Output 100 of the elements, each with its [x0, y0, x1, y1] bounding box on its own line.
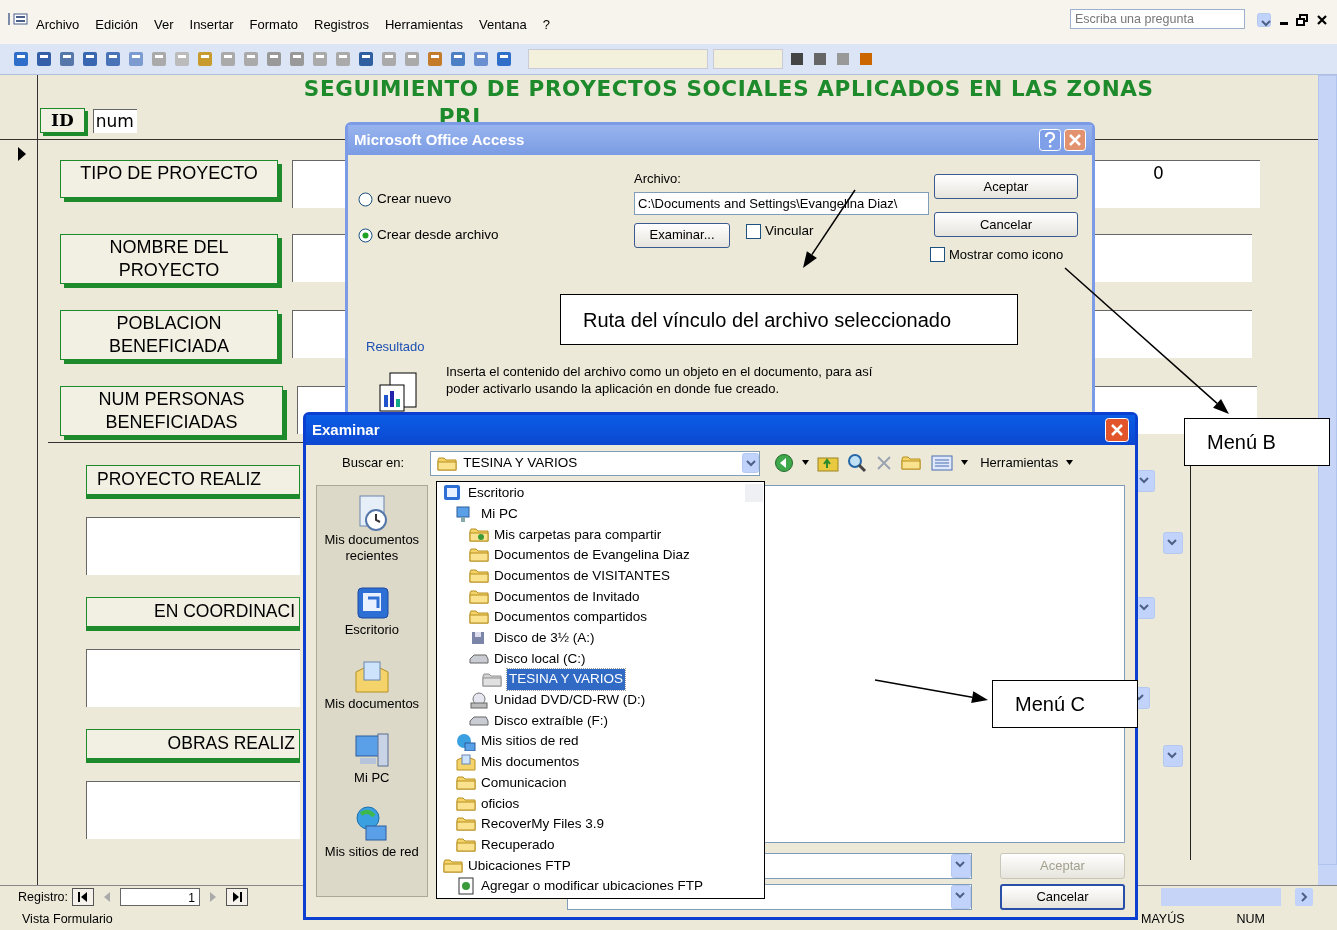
tree-item[interactable]: Unidad DVD/CD-RW (D:): [494, 690, 646, 711]
tree-item[interactable]: Documentos de VISITANTES: [494, 565, 671, 587]
tree-item[interactable]: RecoverMy Files 3.9: [481, 814, 605, 835]
scroll-right-icon[interactable]: [1295, 888, 1313, 906]
dialog-button[interactable]: Aceptar: [934, 174, 1078, 199]
folder-icon: [469, 567, 489, 586]
menu-item[interactable]: Formato: [241, 13, 306, 37]
tree-item[interactable]: Escritorio: [468, 483, 525, 504]
place-label[interactable]: Mi PC: [354, 770, 390, 786]
folder-up-icon[interactable]: [817, 454, 840, 472]
menu-item[interactable]: Archivo: [28, 13, 88, 37]
tree-item[interactable]: Documentos compartidos: [494, 607, 648, 628]
checkbox[interactable]: [930, 247, 945, 263]
folder-document-icon: [456, 753, 476, 772]
record-label: Registro:: [18, 888, 69, 906]
tree-item[interactable]: Mi PC: [481, 503, 518, 525]
toolbar-icon[interactable]: [357, 50, 375, 68]
toolbar-icon[interactable]: [495, 50, 513, 68]
menu-item[interactable]: Herramientas: [376, 13, 471, 37]
id-field[interactable]: num: [92, 109, 137, 133]
last-record-icon[interactable]: [226, 888, 249, 906]
folder-icon: [437, 454, 458, 472]
radio-button[interactable]: [358, 191, 373, 207]
menu-item[interactable]: Edición: [87, 13, 146, 37]
folder-icon: [456, 794, 476, 813]
toolbar-icon[interactable]: [58, 50, 76, 68]
tree-item[interactable]: Ubicaciones FTP: [468, 855, 571, 876]
back-icon[interactable]: [774, 453, 795, 473]
tree-item[interactable]: Mis sitios de red: [481, 731, 579, 752]
toolbar-icon[interactable]: [426, 50, 444, 68]
folder-icon: [469, 608, 489, 627]
font-combo-field[interactable]: [528, 49, 708, 69]
callout-box: Menú B: [1184, 418, 1330, 466]
caret-icon[interactable]: [802, 460, 810, 466]
look-in-combo[interactable]: TESINA Y VARIOS: [430, 450, 761, 476]
callout-box: Menú C: [992, 680, 1138, 728]
folder-dropdown-list[interactable]: [436, 481, 765, 899]
folder-icon: [456, 815, 476, 834]
place-label[interactable]: Mis documentos: [324, 696, 420, 712]
record-selector-arrow: [18, 147, 26, 161]
help-search-field[interactable]: Escriba una pregunta: [1070, 9, 1245, 29]
tree-item[interactable]: Documentos de Invitado: [494, 586, 640, 607]
caret-icon[interactable]: [1066, 460, 1074, 466]
tree-item[interactable]: Disco local (C:): [494, 648, 586, 669]
first-record-icon[interactable]: [72, 888, 95, 906]
menu-item[interactable]: Ver: [146, 13, 182, 37]
browse-button[interactable]: Examinar...: [634, 222, 730, 248]
tree-item[interactable]: Documentos de Evangelina Diaz: [494, 545, 690, 566]
menu-item[interactable]: Insertar: [181, 13, 242, 37]
toolbar-icon[interactable]: [811, 50, 829, 68]
search-icon[interactable]: [847, 453, 868, 473]
toolbar-icon[interactable]: [81, 50, 99, 68]
form-title: SEGUIMIENTO DE PROYECTOS SOCIALES APLICADOS EN LAS ZONAS: [302, 75, 1155, 103]
folder-icon: [456, 773, 476, 792]
radio-button[interactable]: [358, 227, 373, 243]
toolbar-icon[interactable]: [472, 50, 490, 68]
tree-item[interactable]: Disco de 3½ (A:): [494, 628, 595, 649]
radio-label: Crear desde archivo: [377, 226, 499, 245]
place-label[interactable]: Escritorio: [344, 622, 399, 638]
toolbar-icon[interactable]: [35, 50, 53, 68]
menu-item[interactable]: Ventana: [470, 13, 535, 37]
memo-field[interactable]: [86, 517, 300, 575]
checkbox[interactable]: [746, 223, 761, 239]
place-label[interactable]: Mis documentos recientes: [317, 532, 427, 564]
tree-item[interactable]: Mis documentos: [481, 752, 580, 773]
menu-item[interactable]: Registros: [306, 13, 377, 37]
tree-item[interactable]: Mis carpetas para compartir: [494, 524, 662, 545]
dialog-button[interactable]: Cancelar: [934, 212, 1078, 237]
toolbar-icon[interactable]: [449, 50, 467, 68]
dialog-button[interactable]: Cancelar: [1000, 884, 1125, 910]
menu-item[interactable]: ?: [534, 13, 558, 37]
tree-item[interactable]: TESINA Y VARIOS: [507, 669, 626, 690]
folder-icon: [469, 546, 489, 565]
memo-field[interactable]: [86, 649, 300, 707]
tree-item[interactable]: Recuperado: [481, 834, 555, 856]
place-label[interactable]: Mis sitios de red: [324, 844, 419, 860]
memo-field[interactable]: [86, 781, 300, 839]
help-icon[interactable]: [1039, 129, 1061, 151]
tree-item[interactable]: Comunicacion: [481, 772, 567, 794]
checkbox-label: Vincular: [765, 221, 814, 240]
tree-item[interactable]: oficios: [481, 793, 520, 814]
restore-icon[interactable]: [1295, 13, 1309, 27]
status-indicator: NUM: [1236, 910, 1265, 928]
size-combo-field[interactable]: [713, 49, 783, 69]
status-text: Vista Formulario: [22, 910, 113, 928]
tools-menu[interactable]: Herramientas: [980, 453, 1059, 473]
tree-item[interactable]: Agregar o modificar ubicaciones FTP: [481, 876, 704, 897]
callout-box: Ruta del vínculo del archivo seleccionado: [560, 294, 1018, 345]
folder-icon: [482, 670, 502, 689]
close-icon[interactable]: [1315, 13, 1329, 27]
toolbar-icon[interactable]: [12, 50, 30, 68]
caret-icon[interactable]: [961, 460, 969, 466]
delete-icon[interactable]: [875, 454, 894, 472]
horizontal-scrollbar[interactable]: [1161, 888, 1281, 906]
toolbar-icon[interactable]: [788, 50, 806, 68]
group-label: Resultado: [366, 339, 425, 354]
record-number-field[interactable]: 1: [120, 888, 201, 906]
tree-item[interactable]: Disco extraíble (F:): [494, 710, 609, 732]
vertical-scrollbar[interactable]: [1318, 75, 1337, 865]
toolbar-icon[interactable]: [104, 50, 122, 68]
